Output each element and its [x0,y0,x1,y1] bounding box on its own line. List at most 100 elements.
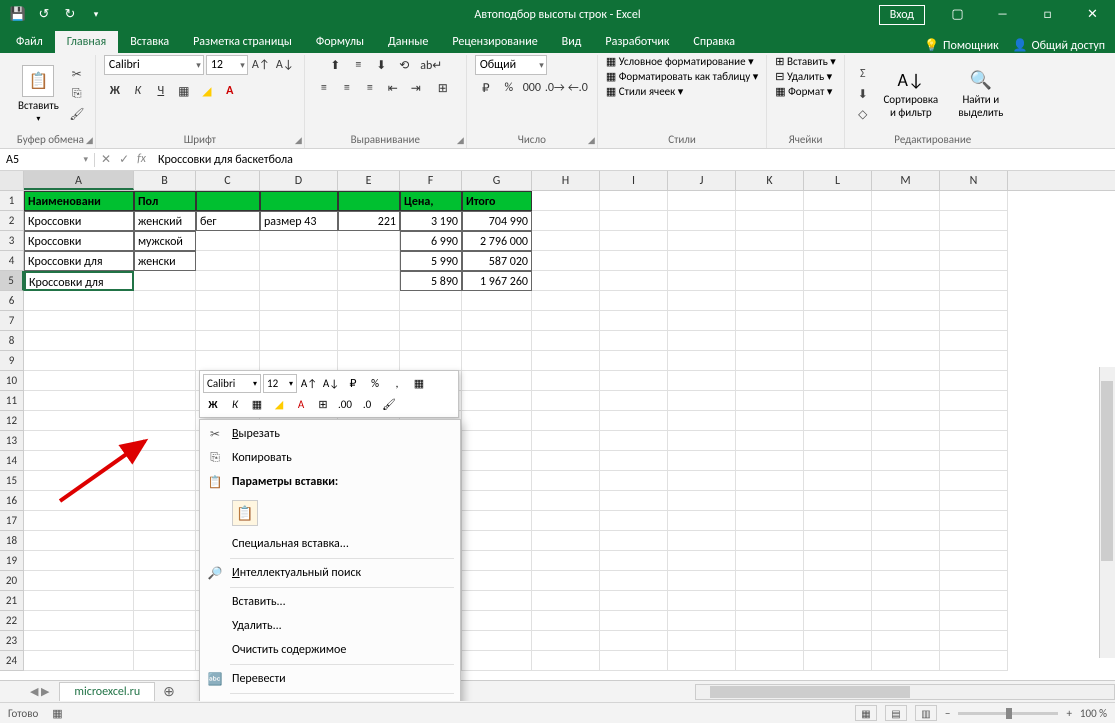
underline-button[interactable]: Ч [150,81,172,101]
cell[interactable] [804,531,872,551]
cell[interactable] [940,251,1008,271]
tab-home[interactable]: Главная [55,31,118,53]
font-launcher[interactable]: ◢ [295,135,302,146]
cell[interactable]: 5 890 [400,271,462,291]
zoom-in-icon[interactable]: + [1066,707,1071,720]
cell[interactable]: 5 990 [400,251,462,271]
row-header[interactable]: 22 [0,611,24,631]
cell[interactable] [24,591,134,611]
cell[interactable] [736,191,804,211]
cell[interactable] [24,411,134,431]
cell[interactable] [872,391,940,411]
cell[interactable] [134,631,196,651]
cell[interactable] [462,491,532,511]
cell[interactable] [600,371,668,391]
cell[interactable] [462,571,532,591]
macro-icon[interactable]: ▦ [52,707,62,720]
cell[interactable] [532,411,600,431]
cell[interactable] [668,211,736,231]
cell[interactable]: Цена, [400,191,462,211]
cond-format-button[interactable]: ▦ Условное форматирование ▾ [606,55,754,68]
indent-inc-icon[interactable]: ⇥ [405,78,427,98]
tab-data[interactable]: Данные [376,31,440,53]
cell[interactable] [134,351,196,371]
cell[interactable] [260,291,338,311]
cell[interactable] [940,551,1008,571]
copy-icon[interactable]: ⎘ [67,85,87,103]
percent-icon[interactable]: % [498,78,520,98]
new-sheet-button[interactable]: ⊕ [155,683,183,700]
cell[interactable] [532,211,600,231]
format-cells-button[interactable]: ▦ Формат ▾ [775,85,832,98]
cell[interactable] [600,491,668,511]
cell[interactable] [600,471,668,491]
row-header[interactable]: 17 [0,511,24,531]
cell[interactable] [736,351,804,371]
cell[interactable] [134,651,196,671]
close-icon[interactable]: ✕ [1070,0,1115,29]
inc-decimal-icon[interactable]: .0→ [544,78,566,98]
cell[interactable] [668,371,736,391]
row-header[interactable]: 15 [0,471,24,491]
cell[interactable] [804,551,872,571]
format-table-button[interactable]: ▦ Форматировать как таблицу ▾ [606,70,758,83]
row-header[interactable]: 10 [0,371,24,391]
font-size-combo[interactable]: 12▾ [206,55,248,75]
cm-delete[interactable]: Удалить... [200,614,460,638]
cell[interactable] [940,331,1008,351]
cell[interactable] [872,471,940,491]
cell[interactable] [668,251,736,271]
col-header-G[interactable]: G [462,171,532,190]
cell[interactable] [260,271,338,291]
cell[interactable] [872,451,940,471]
row-header[interactable]: 13 [0,431,24,451]
cell[interactable] [940,191,1008,211]
mini-fill-icon[interactable]: ◢ [269,395,289,414]
align-right-icon[interactable]: ≡ [359,78,381,98]
cell[interactable] [736,531,804,551]
cell[interactable] [196,251,260,271]
cell[interactable] [400,331,462,351]
cell[interactable] [736,551,804,571]
cell[interactable] [872,291,940,311]
cell[interactable] [804,271,872,291]
cell[interactable]: 3 190 [400,211,462,231]
row-header[interactable]: 6 [0,291,24,311]
cell[interactable] [804,651,872,671]
cell[interactable] [260,251,338,271]
find-select-button[interactable]: 🔍 Найти и выделить [949,67,1013,121]
mini-percent-icon[interactable]: % [365,374,385,393]
cm-clear[interactable]: Очистить содержимое [200,638,460,662]
mini-size-combo[interactable]: 12▾ [263,374,297,393]
mini-shrink-icon[interactable]: A↓ [321,374,341,393]
row-header[interactable]: 23 [0,631,24,651]
cell[interactable] [668,191,736,211]
font-color-icon[interactable]: A [219,81,241,101]
cell[interactable] [804,331,872,351]
cell[interactable] [600,311,668,331]
cell[interactable] [532,631,600,651]
cell[interactable] [668,231,736,251]
row-header[interactable]: 21 [0,591,24,611]
cell[interactable] [24,431,134,451]
zoom-slider[interactable] [958,712,1058,715]
grow-font-icon[interactable]: A↑ [250,55,272,75]
cell[interactable] [532,451,600,471]
cell[interactable] [462,411,532,431]
cell[interactable] [872,551,940,571]
redo-icon[interactable]: ↻ [58,4,82,26]
formula-input[interactable]: Кроссовки для баскетбола [152,153,1115,167]
cell[interactable]: Итого [462,191,532,211]
cell[interactable] [260,351,338,371]
col-header-J[interactable]: J [668,171,736,190]
cell[interactable] [462,431,532,451]
indent-dec-icon[interactable]: ⇤ [382,78,404,98]
cell[interactable] [600,591,668,611]
cell[interactable] [24,511,134,531]
cell[interactable] [804,511,872,531]
cell[interactable] [134,471,196,491]
cell[interactable] [24,531,134,551]
cancel-formula-icon[interactable]: ✕ [101,152,111,167]
cell[interactable] [338,311,400,331]
align-left-icon[interactable]: ≡ [313,78,335,98]
